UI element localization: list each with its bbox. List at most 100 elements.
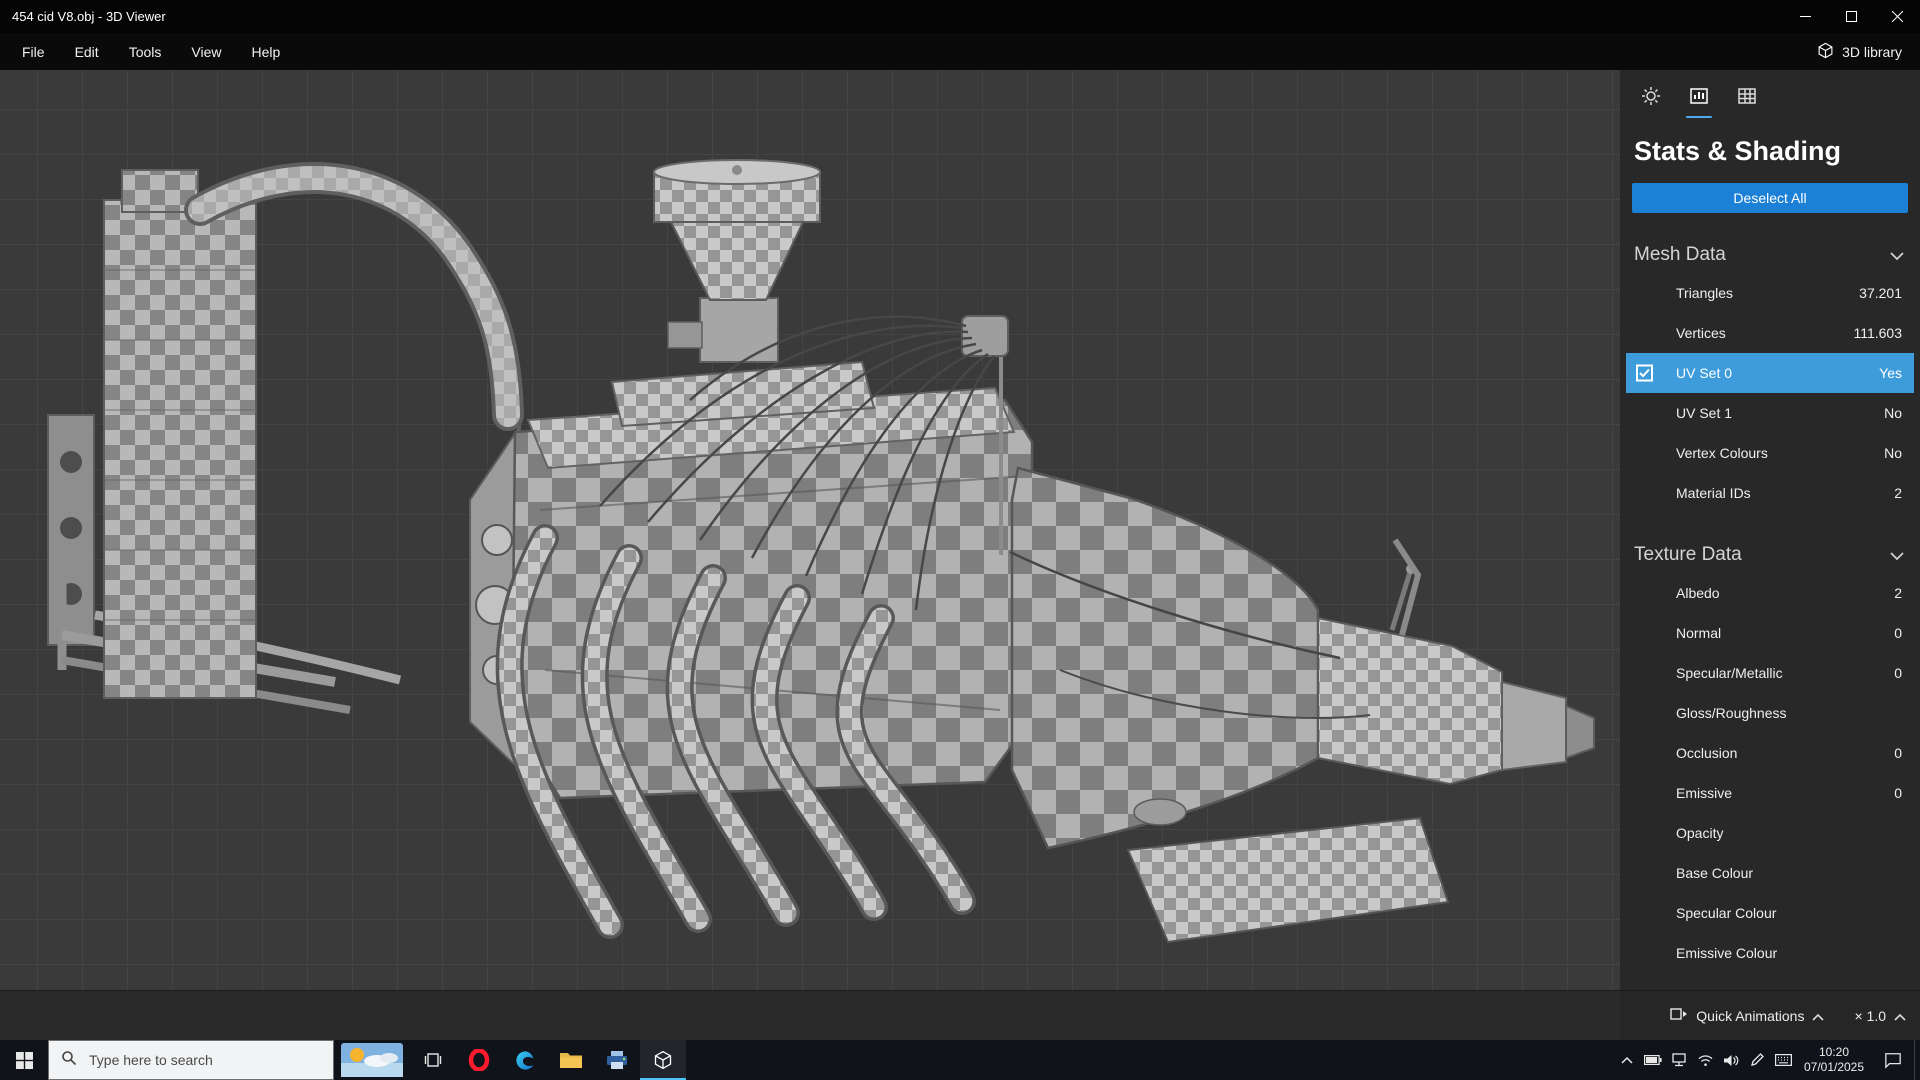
- tab-stats-shading[interactable]: [1680, 84, 1718, 118]
- printer-app-icon[interactable]: [594, 1040, 640, 1080]
- search-input[interactable]: [87, 1051, 312, 1069]
- grid-icon: [1737, 86, 1757, 111]
- close-button[interactable]: [1874, 0, 1920, 33]
- mesh-row-uv-set-1[interactable]: UV Set 1 No: [1626, 393, 1914, 433]
- row-label: Gloss/Roughness: [1676, 705, 1787, 721]
- row-label: Albedo: [1676, 585, 1720, 601]
- row-label: Emissive: [1676, 785, 1733, 801]
- show-desktop-button[interactable]: [1914, 1040, 1920, 1080]
- panel-title: Stats & Shading: [1634, 136, 1842, 166]
- row-value: No: [1884, 445, 1902, 461]
- row-label: Occlusion: [1676, 745, 1738, 761]
- menu-tools[interactable]: Tools: [114, 33, 177, 70]
- search-icon: [61, 1050, 77, 1071]
- ethernet-icon[interactable]: [1666, 1040, 1692, 1080]
- tray-expand-icon[interactable]: [1614, 1040, 1640, 1080]
- menu-help[interactable]: Help: [236, 33, 295, 70]
- engine-3d-model: [47, 159, 1595, 944]
- texture-row-normal[interactable]: Normal 0: [1626, 613, 1914, 653]
- opera-browser-icon[interactable]: [456, 1040, 502, 1080]
- chevron-up-icon[interactable]: [1812, 1008, 1825, 1024]
- chevron-down-icon: [1890, 244, 1904, 266]
- taskbar-search[interactable]: [48, 1040, 334, 1080]
- mesh-data-header[interactable]: Mesh Data: [1620, 237, 1920, 273]
- texture-row-specular-metallic[interactable]: Specular/Metallic 0: [1626, 653, 1914, 693]
- cube-icon: [1817, 42, 1834, 62]
- texture-row-opacity[interactable]: Opacity: [1626, 813, 1914, 853]
- mesh-row-vertices[interactable]: Vertices 111.603: [1626, 313, 1914, 353]
- clock-time: 10:20: [1818, 1045, 1850, 1059]
- system-tray: 10:20 07/01/2025: [1614, 1040, 1920, 1080]
- row-label: UV Set 1: [1676, 405, 1733, 421]
- row-label: Material IDs: [1676, 485, 1751, 501]
- row-label: Emissive Colour: [1676, 945, 1778, 961]
- screen: 454 cid V8.obj - 3D Viewer File Edit Too…: [0, 0, 1920, 1080]
- texture-row-albedo[interactable]: Albedo 2: [1626, 573, 1914, 613]
- mesh-row-vertex-colours[interactable]: Vertex Colours No: [1626, 433, 1914, 473]
- clock-date: 07/01/2025: [1803, 1060, 1865, 1074]
- battery-icon[interactable]: [1640, 1040, 1666, 1080]
- animation-speed-value[interactable]: × 1.0: [1854, 1008, 1886, 1024]
- pen-icon[interactable]: [1744, 1040, 1770, 1080]
- quick-animations-label[interactable]: Quick Animations: [1696, 1008, 1804, 1024]
- mesh-data-title: Mesh Data: [1634, 244, 1726, 265]
- texture-row-emissive[interactable]: Emissive 0: [1626, 773, 1914, 813]
- row-label: Base Colour: [1676, 865, 1754, 881]
- row-value: 111.603: [1853, 325, 1902, 341]
- row-value: 0: [1894, 625, 1902, 641]
- row-value: 0: [1894, 665, 1902, 681]
- touch-keyboard-icon[interactable]: [1770, 1040, 1796, 1080]
- row-value: 2: [1894, 485, 1902, 501]
- tab-environment[interactable]: [1632, 84, 1670, 118]
- 3d-library-label: 3D library: [1842, 43, 1902, 60]
- title-bar: 454 cid V8.obj - 3D Viewer: [0, 0, 1920, 33]
- sun-icon: [1641, 86, 1661, 111]
- 3d-viewer-app-icon[interactable]: [640, 1040, 686, 1080]
- start-button[interactable]: [0, 1040, 48, 1080]
- row-label: UV Set 0: [1676, 365, 1733, 381]
- chevron-up-icon[interactable]: [1894, 1008, 1906, 1024]
- row-label: Vertices: [1676, 325, 1726, 341]
- row-label: Opacity: [1676, 825, 1724, 841]
- action-center-button[interactable]: [1872, 1040, 1914, 1080]
- texture-data-header[interactable]: Texture Data: [1620, 537, 1920, 573]
- file-explorer-icon[interactable]: [548, 1040, 594, 1080]
- edge-browser-icon[interactable]: [502, 1040, 548, 1080]
- menu-view[interactable]: View: [176, 33, 236, 70]
- row-label: Vertex Colours: [1676, 445, 1768, 461]
- row-value: 0: [1894, 785, 1902, 801]
- row-value: 37.201: [1859, 285, 1902, 301]
- row-label: Normal: [1676, 625, 1722, 641]
- window-title: 454 cid V8.obj - 3D Viewer: [12, 9, 166, 24]
- maximize-button[interactable]: [1828, 0, 1874, 33]
- viewport-3d[interactable]: [0, 70, 1620, 990]
- task-view-button[interactable]: [410, 1040, 456, 1080]
- taskbar-clock[interactable]: 10:20 07/01/2025: [1796, 1045, 1872, 1075]
- 3d-library-button[interactable]: 3D library: [1799, 33, 1920, 70]
- texture-row-occlusion[interactable]: Occlusion 0: [1626, 733, 1914, 773]
- news-weather-widget[interactable]: [334, 1040, 410, 1080]
- texture-row-base-colour[interactable]: Base Colour: [1626, 853, 1914, 893]
- row-value: 0: [1894, 745, 1902, 761]
- row-value: No: [1884, 405, 1902, 421]
- stats-chart-icon: [1689, 86, 1709, 111]
- volume-icon[interactable]: [1718, 1040, 1744, 1080]
- texture-row-emissive-colour[interactable]: Emissive Colour: [1626, 933, 1914, 973]
- mesh-row-triangles[interactable]: Triangles 37.201: [1626, 273, 1914, 313]
- texture-row-specular-colour[interactable]: Specular Colour: [1626, 893, 1914, 933]
- minimize-button[interactable]: [1782, 0, 1828, 33]
- menu-edit[interactable]: Edit: [60, 33, 114, 70]
- mesh-row-uv-set-0[interactable]: UV Set 0 Yes: [1626, 353, 1914, 393]
- stats-panel: Stats & Shading Deselect All Mesh Data T…: [1620, 70, 1920, 990]
- taskbar: 10:20 07/01/2025: [0, 1040, 1920, 1080]
- menu-file[interactable]: File: [0, 33, 60, 70]
- row-label: Specular Colour: [1676, 905, 1777, 921]
- texture-row-gloss-roughness[interactable]: Gloss/Roughness: [1626, 693, 1914, 733]
- row-value: Yes: [1879, 365, 1902, 381]
- menu-bar: File Edit Tools View Help 3D library: [0, 33, 1920, 70]
- mesh-row-material-ids[interactable]: Material IDs 2: [1626, 473, 1914, 513]
- checkbox-checked-icon[interactable]: [1636, 364, 1653, 382]
- wifi-icon[interactable]: [1692, 1040, 1718, 1080]
- tab-grid[interactable]: [1728, 84, 1766, 118]
- deselect-all-button[interactable]: Deselect All: [1632, 183, 1908, 213]
